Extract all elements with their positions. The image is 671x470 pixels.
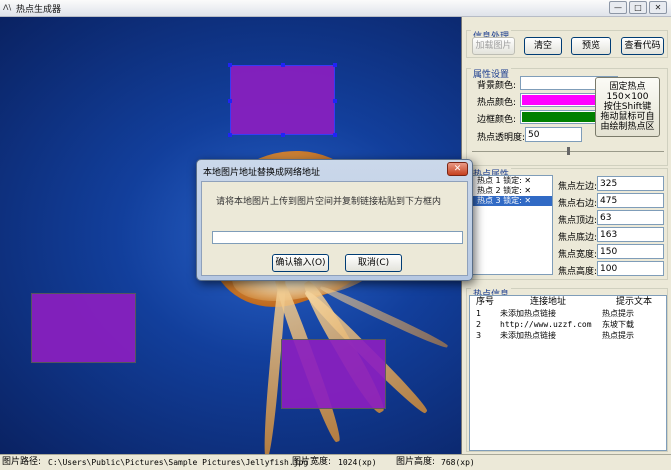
hotspot-list[interactable]: 热点 1 锁定: ✕ 热点 2 锁定: ✕ 热点 3 锁定: ✕ [470, 175, 553, 275]
dialog-body: 请将本地图片上传到图片空间并复制链接粘贴到下方框内 确认输入(O) 取消(C) [201, 181, 468, 276]
width-input[interactable]: 150 [597, 244, 664, 259]
resize-handle[interactable] [228, 133, 232, 137]
bg-color-label: 背景颜色: [477, 81, 517, 91]
right-panel: 信息处理 加载图片 清空 预览 查看代码 属性设置 背景颜色: ▼ 热点颜色: … [463, 17, 671, 454]
opacity-slider-thumb[interactable] [567, 147, 570, 155]
close-icon[interactable]: ✕ [447, 162, 468, 176]
table-cell: 3 [476, 331, 482, 340]
table-cell: 1 [476, 309, 482, 318]
opacity-label: 热点透明度: [477, 133, 526, 143]
column-header: 连接地址 [529, 297, 566, 307]
top-label: 焦点顶边: [558, 216, 598, 226]
list-item[interactable]: 热点 1 锁定: ✕ [471, 176, 552, 186]
top-input[interactable]: 63 [597, 210, 664, 225]
hotspot-area-2[interactable] [281, 339, 386, 409]
fixed-hotspot-line: 固定热点 [609, 82, 646, 92]
table-cell: 未添加热点链接 [500, 331, 556, 340]
table-cell: 未添加热点链接 [500, 309, 556, 318]
resize-handle[interactable] [281, 63, 285, 67]
resize-handle[interactable] [281, 133, 285, 137]
view-code-button[interactable]: 查看代码 [621, 37, 664, 55]
table-cell: 东坡下载 [602, 320, 634, 329]
path-label: 图片路径: [2, 457, 42, 467]
hotspot-info-group: 热点信息 序号 连接地址 提示文本 1 未添加热点链接 热点提示 2 http:… [466, 287, 668, 452]
dialog-message: 请将本地图片上传到图片空间并复制链接粘贴到下方框内 [216, 197, 442, 207]
confirm-button[interactable]: 确认输入(O) [272, 254, 329, 272]
width-label: 图片宽度: [292, 457, 332, 467]
hotspot-area-3[interactable] [228, 63, 337, 137]
left-label: 焦点左边: [558, 182, 598, 192]
bottom-label: 焦点底边: [558, 233, 598, 243]
table-row[interactable]: 2 http://www.uzzf.com 东坡下载 [470, 319, 666, 330]
load-image-button[interactable]: 加载图片 [472, 37, 515, 55]
fixed-hotspot-line: 拖动鼠标可自 [600, 112, 655, 122]
width-label: 焦点宽度: [558, 250, 598, 260]
cancel-button[interactable]: 取消(C) [345, 254, 402, 272]
border-color-label: 边框颜色: [477, 115, 517, 125]
fixed-hotspot-button[interactable]: 固定热点 150×100 按住Shift键 拖动鼠标可自 由绘制热点区 [595, 77, 660, 137]
hotspot-info-table[interactable]: 序号 连接地址 提示文本 1 未添加热点链接 热点提示 2 http://www… [469, 295, 667, 451]
border-color-swatch [522, 112, 603, 122]
opacity-input[interactable]: 50 [525, 127, 582, 142]
info-group: 信息处理 加载图片 清空 预览 查看代码 [466, 29, 668, 58]
bg-color-swatch [522, 78, 603, 88]
column-header: 提示文本 [615, 297, 652, 307]
hotspot-area-1[interactable] [31, 293, 136, 363]
resize-handle[interactable] [333, 99, 337, 103]
table-cell: 2 [476, 320, 482, 329]
resize-handle[interactable] [333, 133, 337, 137]
table-cell: 热点提示 [602, 309, 634, 318]
resize-handle[interactable] [333, 63, 337, 67]
clear-button[interactable]: 清空 [524, 37, 562, 55]
table-cell: http://www.uzzf.com [500, 320, 592, 329]
height-label: 图片高度: [396, 457, 436, 467]
window-controls: — □ ✕ [609, 1, 667, 14]
resize-handle[interactable] [228, 63, 232, 67]
close-icon[interactable]: ✕ [649, 1, 667, 14]
fixed-hotspot-line: 按住Shift键 [603, 102, 652, 112]
app-logo-icon: ᐱ\ [3, 3, 12, 12]
url-input[interactable] [212, 231, 463, 244]
hot-color-swatch [522, 95, 603, 105]
table-row[interactable]: 1 未添加热点链接 热点提示 [470, 308, 666, 319]
fixed-hotspot-line: 150×100 [606, 92, 649, 102]
right-input[interactable]: 475 [597, 193, 664, 208]
path-value: C:\Users\Public\Pictures\Sample Pictures… [48, 458, 309, 467]
right-label: 焦点右边: [558, 199, 598, 209]
table-row[interactable]: 3 未添加热点链接 热点提示 [470, 330, 666, 341]
props-group: 属性设置 背景颜色: ▼ 热点颜色: ▼ 边框颜色: ▼ 热点透明度: 50 固… [466, 67, 668, 166]
hot-color-label: 热点颜色: [477, 98, 517, 108]
bottom-input[interactable]: 163 [597, 227, 664, 242]
preview-button[interactable]: 预览 [571, 37, 611, 55]
table-header: 序号 连接地址 提示文本 [470, 296, 666, 308]
resize-handle[interactable] [228, 99, 232, 103]
window-title: 热点生成器 [16, 5, 62, 15]
minimize-icon[interactable]: — [609, 1, 627, 14]
width-value: 1024(xp) [338, 458, 377, 467]
maximize-icon[interactable]: □ [629, 1, 647, 14]
height-value: 768(xp) [441, 458, 475, 467]
height-input[interactable]: 100 [597, 261, 664, 276]
title-bar: ᐱ\ 热点生成器 — □ ✕ [0, 0, 671, 17]
fixed-hotspot-line: 由绘制热点区 [600, 122, 655, 132]
left-input[interactable]: 325 [597, 176, 664, 191]
height-label: 焦点高度: [558, 267, 598, 277]
column-header: 序号 [476, 297, 495, 307]
dialog-title: 本地图片地址替换成网络地址 [203, 168, 321, 178]
list-item[interactable]: 热点 3 锁定: ✕ [471, 196, 552, 206]
replace-url-dialog: 本地图片地址替换成网络地址 ✕ 请将本地图片上传到图片空间并复制链接粘贴到下方框… [196, 159, 473, 281]
table-cell: 热点提示 [602, 331, 634, 340]
status-bar: 图片路径: C:\Users\Public\Pictures\Sample Pi… [0, 454, 671, 470]
list-item[interactable]: 热点 2 锁定: ✕ [471, 186, 552, 196]
hotspot-props-group: 热点属性 热点 1 锁定: ✕ 热点 2 锁定: ✕ 热点 3 锁定: ✕ 焦点… [466, 167, 668, 280]
